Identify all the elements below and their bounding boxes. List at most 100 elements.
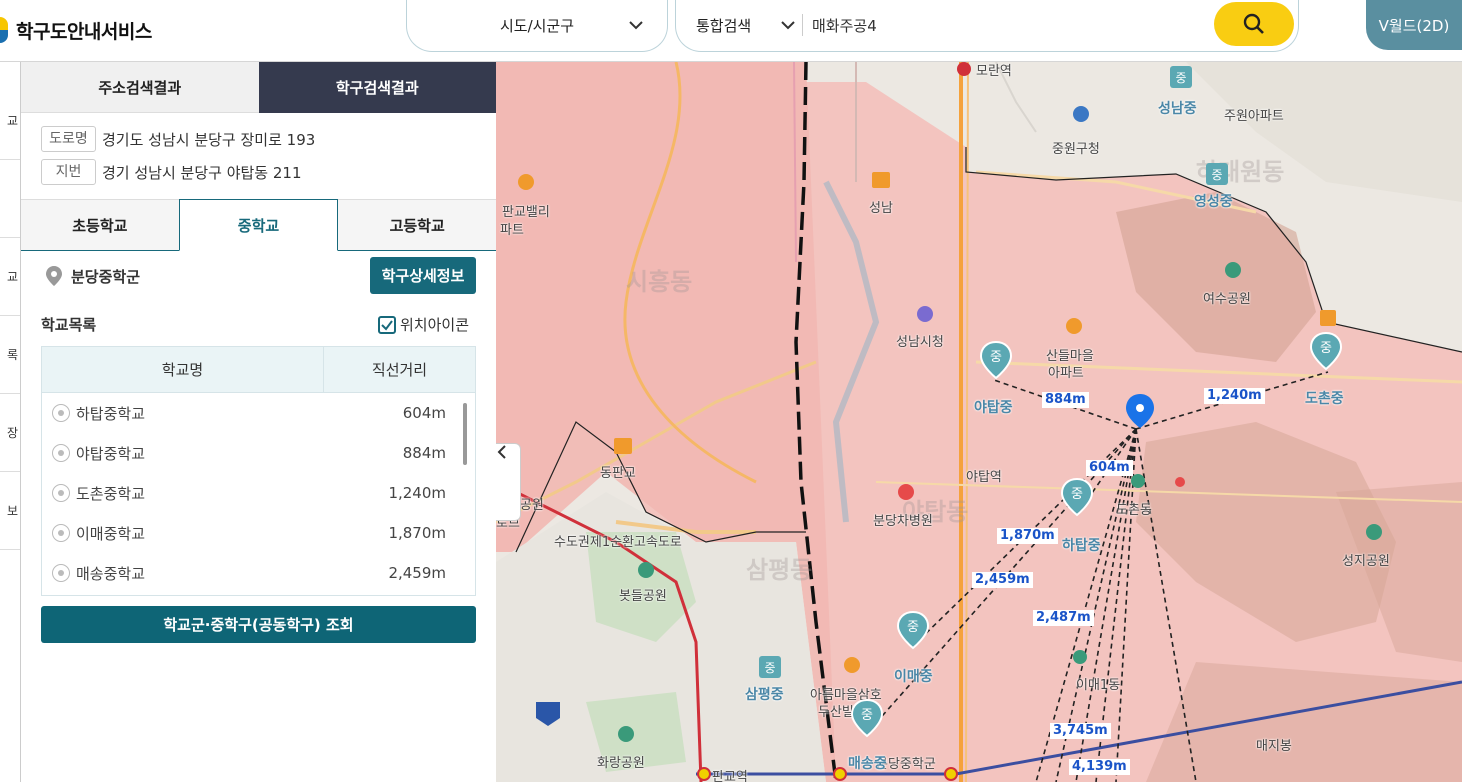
road-address: 경기도 성남시 분당구 장미로 193: [102, 130, 316, 149]
result-tabs: 주소검색결과 학구검색결과: [21, 62, 496, 113]
school-distance: 604m: [402, 404, 446, 422]
distance-label: 2,487m: [1033, 610, 1094, 626]
school-name: 도촌중학교: [76, 484, 146, 503]
road-address-row: 도로명 경기도 성남시 분당구 장미로 193: [41, 126, 315, 152]
logo-text: 학구도안내서비스: [16, 20, 152, 43]
region-select-label: 시도/시군구: [499, 17, 575, 35]
school-map-name: 하탑중: [1062, 538, 1101, 554]
district-title: 분당중학군: [45, 265, 140, 287]
table-header: 학교명 직선거리: [42, 347, 475, 393]
search-type-select[interactable]: 통합검색: [696, 15, 751, 36]
place-label: 성지공원: [1342, 554, 1390, 569]
vworld-button[interactable]: V월드(2D): [1366, 0, 1462, 50]
place-label: 모란역: [976, 64, 1012, 79]
lot-address: 경기 성남시 분당구 야탑동 211: [102, 163, 302, 182]
lot-address-tag: 지번: [41, 159, 96, 185]
place-label: 성남시청: [896, 335, 944, 350]
svg-text:중: 중: [907, 620, 919, 635]
distance-label: 884m: [1042, 392, 1089, 408]
distance-label: 1,870m: [997, 528, 1058, 544]
school-marker[interactable]: 중: [896, 610, 930, 656]
radio-icon[interactable]: [52, 524, 70, 542]
radio-icon[interactable]: [52, 484, 70, 502]
road-address-tag: 도로명: [41, 126, 96, 152]
svg-text:중: 중: [861, 708, 873, 723]
place-label: 야탑역: [966, 470, 1002, 485]
table-row[interactable]: 야탑중학교 884m: [42, 433, 462, 473]
panel-collapse-button[interactable]: [496, 443, 521, 521]
school-name: 하탑중학교: [76, 404, 146, 423]
search-icon: [1243, 13, 1264, 34]
place-label: 아파트: [1048, 366, 1084, 381]
district-detail-button[interactable]: 학구상세정보: [370, 257, 476, 294]
location-icon-toggle[interactable]: 위치아이콘: [378, 314, 469, 335]
school-map-name: 성남중: [1158, 101, 1197, 117]
strip-item[interactable]: 록: [0, 316, 20, 394]
school-map-name: 매송중: [848, 756, 887, 772]
table-scrollbar[interactable]: [463, 403, 467, 465]
chevron-down-icon: [629, 21, 643, 30]
search-button[interactable]: [1214, 2, 1294, 46]
school-table: 학교명 직선거리 하탑중학교 604m 야탑중학교 884m 도촌중학교 1,2…: [41, 346, 476, 596]
tab-school-district-result[interactable]: 학구검색결과: [258, 62, 496, 113]
school-map-name: 삼평중: [745, 687, 784, 703]
place-label: 화랑공원: [597, 756, 645, 771]
school-marker[interactable]: 중: [979, 340, 1013, 386]
place-label: 판교역: [712, 770, 748, 782]
school-marker[interactable]: 중: [1060, 477, 1094, 523]
place-label: 봇들공원: [619, 589, 667, 604]
place-label: 판교밸리: [502, 205, 550, 220]
svg-text:중: 중: [990, 350, 1002, 365]
distance-label: 4,139m: [1069, 759, 1130, 775]
radio-icon[interactable]: [52, 444, 70, 462]
strip-item[interactable]: [0, 160, 20, 238]
distance-label: 604m: [1086, 460, 1133, 476]
result-panel: 주소검색결과 학구검색결과 도로명 경기도 성남시 분당구 장미로 193 지번…: [21, 62, 497, 782]
place-label: 파트: [500, 223, 524, 238]
distance-label: 1,240m: [1204, 388, 1265, 404]
school-map-name: 도촌중: [1305, 391, 1344, 407]
place-label: 도촌동: [1116, 503, 1152, 518]
tab-address-result[interactable]: 주소검색결과: [21, 62, 259, 113]
school-icon[interactable]: 중: [1206, 163, 1228, 185]
header: 학구도안내서비스 시도/시군구 통합검색 V월드(2D): [0, 0, 1462, 62]
place-label: 이매1동: [1076, 678, 1121, 693]
tab-elementary[interactable]: 초등학교: [21, 199, 179, 250]
strip-item[interactable]: 교: [0, 238, 20, 316]
strip-item[interactable]: 장: [0, 394, 20, 472]
logo[interactable]: 학구도안내서비스: [0, 10, 152, 50]
school-name: 야탑중학교: [76, 444, 146, 463]
strip-item[interactable]: 보: [0, 472, 20, 550]
school-distance: 1,240m: [388, 484, 446, 502]
school-level-tabs: 초등학교 중학교 고등학교: [21, 199, 497, 251]
school-map-name: 야탑중: [974, 400, 1013, 416]
strip-item[interactable]: 교: [0, 82, 20, 160]
place-label: 중원구청: [1052, 142, 1100, 157]
place-label: 분당차병원: [873, 514, 933, 529]
radio-icon[interactable]: [52, 404, 70, 422]
school-group-search-button[interactable]: 학교군·중학구(공동학구) 조회: [41, 606, 476, 643]
map-background: [496, 62, 1462, 782]
tab-middle[interactable]: 중학교: [178, 199, 339, 251]
table-row[interactable]: 매송중학교 2,459m: [42, 553, 462, 593]
location-icon-label: 위치아이콘: [400, 316, 470, 334]
school-marker[interactable]: 중: [1309, 331, 1343, 377]
svg-text:중: 중: [1320, 341, 1332, 356]
school-distance: 2,459m: [388, 564, 446, 582]
lot-address-row: 지번 경기 성남시 분당구 야탑동 211: [41, 159, 302, 185]
table-row[interactable]: 하탑중학교 604m: [42, 393, 462, 433]
chevron-down-icon[interactable]: [779, 16, 797, 34]
school-icon[interactable]: 중: [759, 656, 781, 678]
svg-text:중: 중: [1071, 487, 1083, 502]
radio-icon[interactable]: [52, 564, 70, 582]
tab-high[interactable]: 고등학교: [338, 199, 497, 250]
search-input[interactable]: [810, 12, 1190, 38]
table-row[interactable]: 도촌중학교 1,240m: [42, 473, 462, 513]
school-icon[interactable]: 중: [1170, 66, 1192, 88]
region-select[interactable]: 시도/시군구: [406, 0, 668, 52]
school-marker[interactable]: 중: [850, 698, 884, 744]
checkbox-checked-icon[interactable]: [378, 315, 396, 334]
search-box: 통합검색: [675, 0, 1299, 52]
map-view[interactable]: 시흥동 삼평동 하대원동 야탑동 모란역 주원아파트 중원구청 판교밸리 봇들공…: [496, 62, 1462, 782]
table-row[interactable]: 이매중학교 1,870m: [42, 513, 462, 553]
